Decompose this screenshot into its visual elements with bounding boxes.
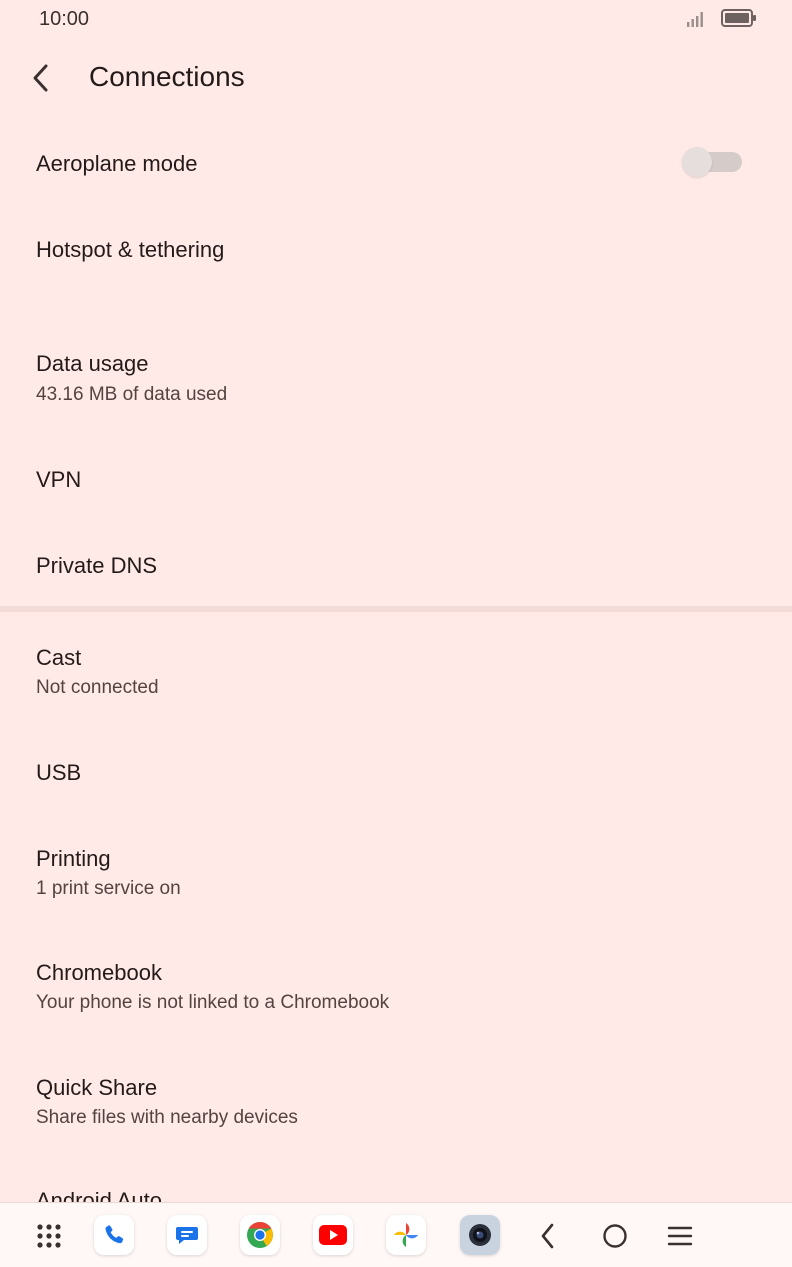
chromebook-summary: Your phone is not linked to a Chromebook	[36, 992, 390, 1013]
messages-app[interactable]	[167, 1215, 207, 1255]
photos-app[interactable]	[386, 1215, 426, 1255]
vpn-title: VPN	[36, 467, 82, 492]
quick-share-summary: Share files with nearby devices	[36, 1107, 298, 1128]
youtube-app[interactable]	[313, 1215, 353, 1255]
data-usage-item[interactable]: Data usage 43.16 MB of data used	[0, 322, 792, 432]
android-auto-item[interactable]: Android Auto	[0, 1182, 792, 1202]
aeroplane-mode-title: Aeroplane mode	[36, 151, 198, 176]
cast-title: Cast	[36, 645, 82, 670]
phone-icon	[105, 1225, 124, 1244]
camera-icon	[469, 1224, 491, 1246]
quick-share-item[interactable]: Quick Share Share files with nearby devi…	[0, 1046, 792, 1160]
private-dns-item[interactable]: Private DNS	[0, 522, 792, 606]
hotspot-tethering-title: Hotspot & tethering	[36, 237, 225, 262]
back-button[interactable]	[22, 56, 62, 100]
app-drawer-icon	[37, 1224, 61, 1248]
chrome-app[interactable]	[240, 1215, 280, 1255]
app-drawer-button[interactable]	[30, 1217, 68, 1255]
arrow-back-icon	[33, 64, 48, 92]
nav-recents-button[interactable]	[661, 1217, 699, 1255]
phone-app[interactable]	[94, 1215, 134, 1255]
messages-icon	[176, 1227, 198, 1244]
status-bar: 10:00	[0, 0, 792, 40]
aeroplane-mode-item[interactable]: Aeroplane mode	[0, 118, 792, 206]
nav-back-button[interactable]	[529, 1217, 567, 1255]
page-title: Connections	[89, 61, 245, 92]
chrome-icon	[247, 1221, 273, 1248]
aeroplane-mode-toggle[interactable]	[682, 147, 742, 177]
photos-icon	[394, 1223, 418, 1247]
status-clock: 10:00	[39, 8, 90, 30]
usb-item[interactable]: USB	[0, 728, 792, 816]
data-usage-summary: 43.16 MB of data used	[36, 384, 228, 405]
chromebook-item[interactable]: Chromebook Your phone is not linked to a…	[0, 930, 792, 1046]
printing-summary: 1 print service on	[36, 878, 181, 899]
printing-item[interactable]: Printing 1 print service on	[0, 816, 792, 930]
app-bar: Connections	[0, 44, 792, 116]
taskbar	[0, 1202, 792, 1267]
youtube-icon	[319, 1225, 347, 1245]
toggle-thumb	[682, 147, 712, 177]
section-divider	[0, 606, 792, 612]
chromebook-title: Chromebook	[36, 960, 162, 985]
hotspot-tethering-item[interactable]: Hotspot & tethering	[0, 206, 792, 294]
cast-item[interactable]: Cast Not connected	[0, 614, 792, 726]
private-dns-title: Private DNS	[36, 553, 158, 578]
recents-icon	[667, 1226, 693, 1246]
home-icon	[603, 1224, 627, 1248]
camera-app[interactable]	[460, 1215, 500, 1255]
signal-icon	[687, 12, 703, 27]
vpn-item[interactable]: VPN	[0, 436, 792, 522]
nav-home-button[interactable]	[596, 1217, 634, 1255]
back-icon	[541, 1223, 554, 1249]
quick-share-title: Quick Share	[36, 1075, 158, 1100]
data-usage-title: Data usage	[36, 351, 149, 376]
printing-title: Printing	[36, 846, 111, 871]
usb-title: USB	[36, 760, 82, 785]
android-auto-title: Android Auto	[36, 1188, 162, 1202]
cast-summary: Not connected	[36, 677, 159, 698]
battery-icon	[721, 9, 756, 27]
